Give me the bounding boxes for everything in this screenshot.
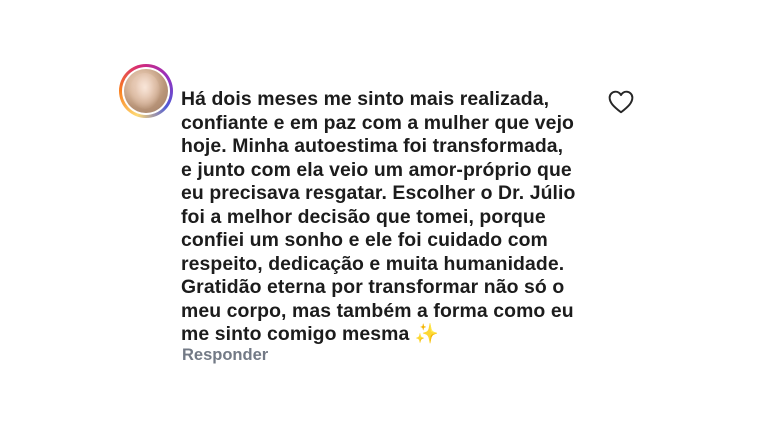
- comment-avatar[interactable]: [119, 64, 173, 118]
- comment-line: foi a melhor decisão que tomei, porque: [181, 205, 546, 228]
- comment-line: hoje. Minha autoestima foi transformada,: [181, 135, 564, 157]
- comment-line: confiante e em paz com a mulher que vejo: [181, 111, 574, 134]
- comment-line: me sinto comigo mesma: [181, 323, 410, 345]
- comment-line: eu precisava resgatar. Escolher o Dr. Jú…: [181, 182, 576, 204]
- avatar-story-ring-gap: [122, 67, 170, 115]
- avatar: [124, 69, 168, 113]
- heart-outline-icon[interactable]: [608, 90, 634, 114]
- comment-text: Há dois meses me sinto mais realizada, c…: [181, 88, 601, 347]
- comment-line: Há dois meses me sinto mais realizada,: [181, 88, 550, 110]
- comment-line: e junto com ela veio um amor-próprio que: [181, 158, 572, 181]
- comment-line: respeito, dedicação e muita humanidade.: [181, 252, 565, 275]
- sparkles-icon: ✨: [414, 323, 440, 345]
- comment-line: Gratidão eterna por transformar não só o: [181, 276, 565, 298]
- comment-line: meu corpo, mas também a forma como eu: [181, 299, 574, 322]
- reply-button[interactable]: Responder: [182, 346, 268, 365]
- comment-line: confiei um sonho e ele foi cuidado com: [181, 229, 548, 251]
